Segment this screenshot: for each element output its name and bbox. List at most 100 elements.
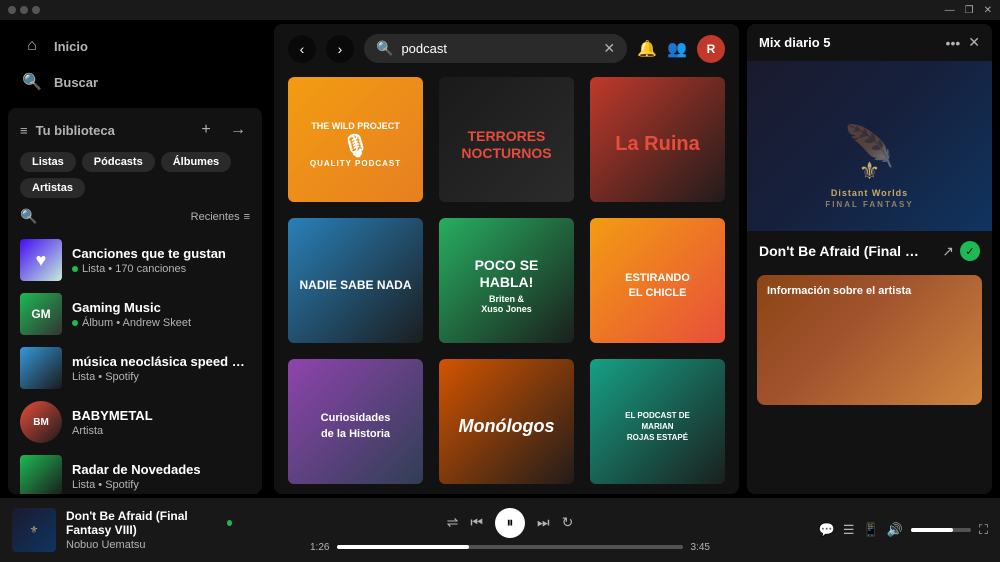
header-icons: 🔔 👥 R [637,35,725,63]
library-title-group: ≡ Tu biblioteca [20,123,115,138]
maximize-button[interactable]: ❐ [965,5,974,16]
sort-icon: ≡ [244,211,250,223]
back-button[interactable]: ‹ [288,35,316,63]
player-center: ⇌ ⏮ ⏸ ⏭ ↻ 1:26 3:45 [310,508,710,553]
library-icon: ≡ [20,123,28,138]
whats-new-button[interactable]: 👥 [667,39,687,59]
player-controls: ⇌ ⏮ ⏸ ⏭ ↻ [447,508,574,538]
library-header: ≡ Tu biblioteca + → [8,108,262,148]
dot-1 [8,6,16,14]
content-area: ⌂ Inicio 🔍 Buscar ≡ Tu biblioteca + → [0,20,1000,498]
right-panel-close-button[interactable]: ✕ [968,34,980,51]
progress-bar[interactable] [337,545,682,549]
podcast-thumb-nadie: NADIE SABE NADA [288,218,423,343]
check-icon: ✓ [960,241,980,261]
library-add-button[interactable]: + [194,118,218,142]
filter-pills: Listas Pódcasts Álbumes Artistas [8,148,262,204]
podcast-card-monologos[interactable]: Monólogos Monólogos [439,359,574,484]
library-list: ♥ Canciones que te gustan Lista • 170 ca… [8,229,262,494]
track-info-section: Don't Be Afraid (Final Fantas… ↗ ✓ [747,231,992,269]
avatar-button[interactable]: R [697,35,725,63]
filter-albums[interactable]: Álbumes [161,152,231,172]
volume-fill [911,528,953,532]
player-track-artist: Nobuo Uematsu [66,539,232,551]
podcast-card-terrores[interactable]: TERRORESNOCTURNOS Terrores Nocturnos Ter… [439,77,574,202]
next-button[interactable]: ⏭ [537,514,550,531]
right-panel: Mix diario 5 ••• ✕ 🪶 ⚜ Distant Worlds FI… [747,24,992,494]
volume-bar[interactable] [911,528,971,532]
player-track-name: Don't Be Afraid (Final Fantasy VIII) [66,509,232,537]
podcast-card-estirando[interactable]: ESTIRANDOEL CHICLE Estirando el chicle P… [590,218,725,343]
library-actions: + → [194,118,250,142]
library-item-gaming[interactable]: GM Gaming Music Álbum • Andrew Skeet [8,287,262,341]
library-thumb-radar [20,455,62,494]
library-sort[interactable]: Recientes ≡ [191,211,250,223]
right-panel-title: Mix diario 5 [759,35,831,50]
dot-3 [32,6,40,14]
podcast-card-ruina[interactable]: La Ruina La Ruina La Ruina [590,77,725,202]
search-clear-button[interactable]: ✕ [603,40,615,57]
library-item-name-radar: Radar de Novedades [72,462,250,477]
sidebar-nav: ⌂ Inicio 🔍 Buscar [0,20,270,104]
prev-button[interactable]: ⏮ [470,514,483,531]
library-search-icon[interactable]: 🔍 [20,208,37,225]
podcast-thumb-curiosidades: Curiosidadesde la Historia [288,359,423,484]
library-item-radar[interactable]: Radar de Novedades Lista • Spotify [8,449,262,494]
library-item-meta-babymetal: Artista [72,425,250,437]
main-header: ‹ › 🔍 ✕ 🔔 👥 R [274,24,739,73]
library-item-info-gaming: Gaming Music Álbum • Andrew Skeet [72,300,250,329]
library-item-liked[interactable]: ♥ Canciones que te gustan Lista • 170 ca… [8,233,262,287]
dot-2 [20,6,28,14]
title-bar-dots [8,6,40,14]
queue-button[interactable]: ☰ [843,522,855,538]
sidebar-item-label-buscar: Buscar [54,75,98,90]
main-content: ‹ › 🔍 ✕ 🔔 👥 R THE WIL [274,24,739,494]
library-item-babymetal[interactable]: BM BABYMETAL Artista [8,395,262,449]
right-panel-controls: ••• ✕ [946,34,980,51]
podcast-card-poco[interactable]: POCO SEHABLA! Briten &Xuso Jones Poco se… [439,218,574,343]
fullscreen-button[interactable]: ⛶ [979,522,988,538]
device-button[interactable]: 📱 [863,522,879,538]
shuffle-button[interactable]: ⇌ [447,514,459,531]
notifications-button[interactable]: 🔔 [637,39,657,59]
filter-podcasts[interactable]: Pódcasts [82,152,155,172]
library-item-info-babymetal: BABYMETAL Artista [72,408,250,437]
artist-info-card[interactable]: Información sobre el artista [757,275,982,405]
logo-text: Distant Worlds FINAL FANTASY [825,188,913,211]
playing-dot [227,520,232,526]
share-button[interactable]: ↗ [942,241,954,261]
filter-listas[interactable]: Listas [20,152,76,172]
filter-artistas[interactable]: Artistas [20,178,85,198]
library-section: ≡ Tu biblioteca + → Listas Pódcasts Álbu… [8,108,262,494]
right-panel-header: Mix diario 5 ••• ✕ [747,24,992,61]
library-item-meta-liked: Lista • 170 canciones [72,263,250,275]
podcast-thumb-terrores: TERRORESNOCTURNOS [439,77,574,202]
volume-button[interactable]: 🔊 [887,522,903,538]
search-icon: 🔍 [22,72,42,92]
play-pause-button[interactable]: ⏸ [495,508,525,538]
sidebar-item-inicio[interactable]: ⌂ Inicio [12,28,258,64]
track-actions: ↗ ✓ [942,241,980,261]
podcast-thumb-marian: EL PODCAST DEMARIANROJAS ESTAPÉ [590,359,725,484]
podcast-card-marian[interactable]: EL PODCAST DEMARIANROJAS ESTAPÉ El podca… [590,359,725,484]
search-bar: 🔍 ✕ [364,34,627,63]
library-search-row: 🔍 Recientes ≡ [8,204,262,229]
right-panel-more-button[interactable]: ••• [946,34,961,51]
podcast-card-nadie[interactable]: NADIE SABE NADA Nadie Sabe Nada SER Podc… [288,218,423,343]
minimize-button[interactable]: — [945,5,955,16]
player-bar: ⚜ Don't Be Afraid (Final Fantasy VIII) N… [0,498,1000,562]
podcast-card-wild[interactable]: THE WILD PROJECT 🎙 QUALITY PODCAST The W… [288,77,423,202]
time-current: 1:26 [310,542,329,553]
podcast-card-curiosidades[interactable]: Curiosidadesde la Historia Curiosidades … [288,359,423,484]
library-expand-button[interactable]: → [226,118,250,142]
repeat-button[interactable]: ↻ [562,514,574,531]
lyrics-button[interactable]: 💬 [819,522,835,538]
library-item-name-liked: Canciones que te gustan [72,246,250,261]
search-bar-icon: 🔍 [376,40,393,57]
library-title: Tu biblioteca [36,123,115,138]
close-button[interactable]: ✕ [984,5,992,16]
sidebar-item-buscar[interactable]: 🔍 Buscar [12,64,258,100]
search-input[interactable] [401,41,595,56]
library-item-speed[interactable]: música neoclásica speed metal este marte… [8,341,262,395]
forward-button[interactable]: › [326,35,354,63]
